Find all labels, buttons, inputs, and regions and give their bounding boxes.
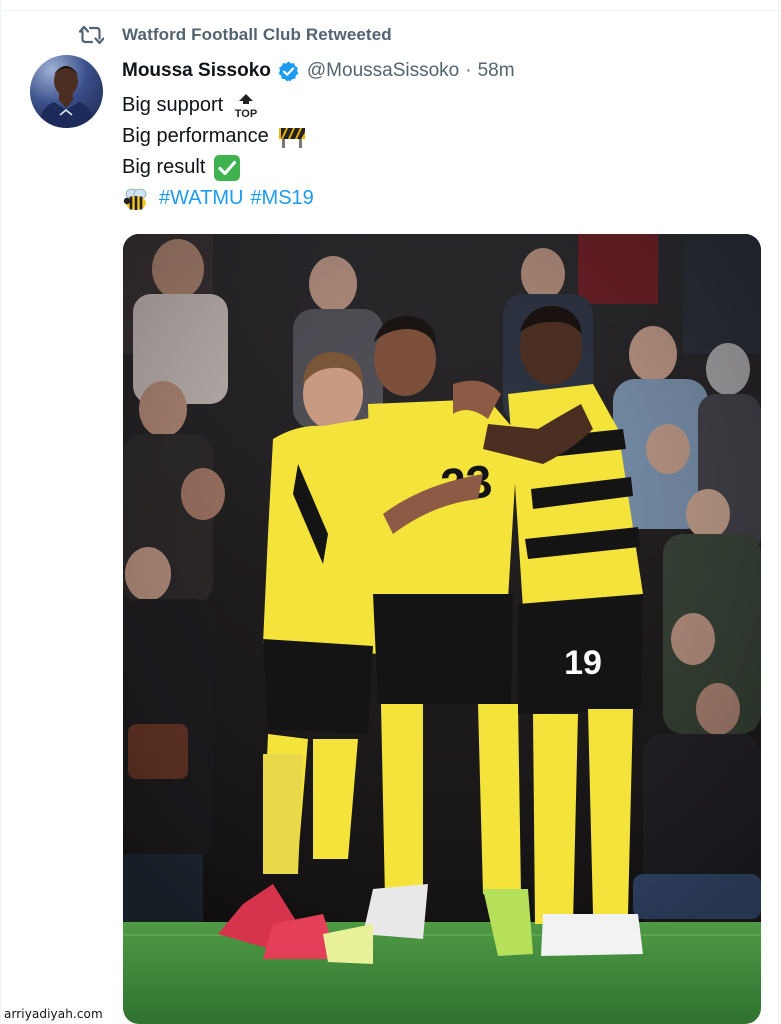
- check-mark-button-emoji: [213, 154, 241, 182]
- honeybee-emoji: [122, 185, 150, 213]
- top-arrow-emoji: TOP: [231, 91, 261, 121]
- photo-scene: 23 19: [123, 234, 761, 1024]
- tweet-photo[interactable]: 23 19: [123, 234, 761, 1024]
- tweet-hashtag-line: #WATMU #MS19: [122, 183, 314, 214]
- retweet-context-text[interactable]: Watford Football Club Retweeted: [122, 25, 392, 45]
- author-display-name[interactable]: Moussa Sissoko: [122, 60, 271, 82]
- verified-badge-icon: [277, 60, 300, 83]
- hashtag-link[interactable]: #MS19: [250, 183, 313, 214]
- retweet-icon: [78, 24, 104, 46]
- tweet-line-text: Big performance: [122, 125, 269, 147]
- watermark: arriyadiyah.com: [4, 1007, 103, 1021]
- pitch: [123, 922, 761, 1024]
- svg-text:TOP: TOP: [235, 108, 257, 120]
- author-handle[interactable]: @MoussaSissoko: [307, 60, 459, 82]
- retweet-context[interactable]: Watford Football Club Retweeted: [78, 24, 392, 46]
- tweet-line-text: Big result: [122, 156, 206, 178]
- construction-barrier-emoji: [277, 124, 307, 150]
- jersey-number-label: 19: [564, 644, 602, 682]
- top-divider: [0, 10, 781, 11]
- tweet-timestamp[interactable]: 58m: [478, 60, 515, 82]
- avatar[interactable]: [30, 55, 103, 128]
- tweet-line-2: Big performance: [122, 121, 314, 152]
- tweet-line-3: Big result: [122, 152, 314, 183]
- tweet-text: Big support TOP Big performance Big resu…: [122, 90, 314, 214]
- hashtag-link[interactable]: #WATMU: [159, 183, 243, 214]
- tweet-header: Moussa Sissoko @MoussaSissoko · 58m: [122, 58, 515, 84]
- tweet-line-text: Big support: [122, 94, 224, 116]
- tweet-line-1: Big support TOP: [122, 90, 314, 121]
- header-separator: ·: [465, 60, 472, 81]
